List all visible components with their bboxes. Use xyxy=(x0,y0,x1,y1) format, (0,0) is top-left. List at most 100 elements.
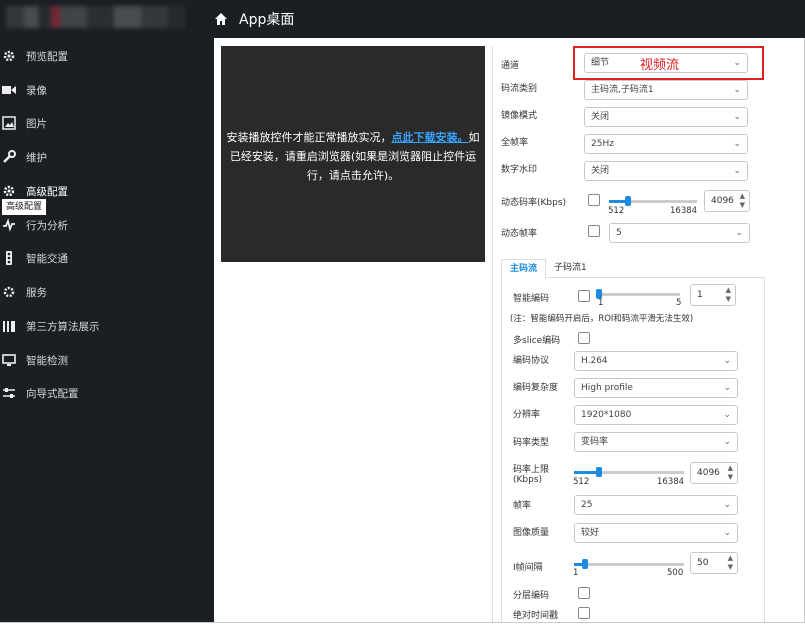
gear-icon xyxy=(0,283,18,301)
dynamic-bitrate-checkbox[interactable] xyxy=(588,194,600,206)
smart-encode-label: 智能编码 xyxy=(513,294,550,304)
slider-min: 1 xyxy=(573,568,579,578)
chevron-down-icon: ⌄ xyxy=(723,500,731,510)
quality-label: 图像质量 xyxy=(513,528,550,538)
iframe-value: 50 xyxy=(697,558,709,568)
logo xyxy=(6,6,186,28)
gear-icon xyxy=(0,47,18,65)
bitrate-limit-input[interactable]: 4096 ▲ ▼ xyxy=(690,462,738,484)
sidebar-item-label: 高级配置 xyxy=(26,185,68,198)
sidebar-item-maintenance[interactable]: 维护 xyxy=(0,142,214,172)
smart-encode-checkbox[interactable] xyxy=(578,290,590,302)
sidebar-item-preview-config[interactable]: 预览配置 xyxy=(0,41,214,71)
slider-handle[interactable] xyxy=(596,467,602,477)
complexity-label: 编码复杂度 xyxy=(513,383,559,393)
slider-handle[interactable] xyxy=(582,559,588,569)
quality-select[interactable]: 较好 ⌄ xyxy=(574,523,738,543)
sidebar-item-service[interactable]: 服务 xyxy=(0,277,214,307)
sidebar-item-label: 录像 xyxy=(26,84,47,97)
bitrate-limit-value: 4096 xyxy=(697,468,720,478)
sidebar-item-label: 智能交通 xyxy=(26,252,68,265)
annotation-label: 视频流 xyxy=(640,58,680,73)
stream-type-select[interactable]: 主码流,子码流1 ⌄ xyxy=(584,80,748,100)
dynamic-bitrate-label: 动态码率(Kbps) xyxy=(501,198,567,208)
slider-max: 16384 xyxy=(657,477,685,487)
watermark-select[interactable]: 关闭 ⌄ xyxy=(584,161,748,181)
bitrate-limit-unit: (Kbps) xyxy=(513,475,543,485)
tab-sub-stream[interactable]: 子码流1 xyxy=(554,259,587,278)
bitrate-type-value: 变码率 xyxy=(581,437,609,447)
sidebar-tooltip: 高级配置 xyxy=(2,199,47,215)
layered-checkbox[interactable] xyxy=(578,587,590,599)
sidebar-item-pictures[interactable]: 图片 xyxy=(0,108,214,138)
stream-type-label: 码流类别 xyxy=(501,84,538,94)
sidebar-item-smart-detection[interactable]: 智能检测 xyxy=(0,345,214,375)
sidebar-item-smart-traffic[interactable]: 智能交通 xyxy=(0,243,214,273)
spinner-icon[interactable]: ▲ ▼ xyxy=(726,286,731,304)
chevron-down-icon: ⌄ xyxy=(733,112,741,122)
wrench-icon xyxy=(0,148,18,166)
home-icon[interactable] xyxy=(214,12,228,26)
protocol-value: H.264 xyxy=(581,356,608,366)
video-message: 安装播放控件才能正常播放实况， xyxy=(226,131,392,144)
dynamic-framerate-select[interactable]: 5 ⌄ xyxy=(609,223,750,243)
image-icon xyxy=(0,114,18,132)
sidebar-item-label: 预览配置 xyxy=(26,50,68,63)
layered-label: 分层编码 xyxy=(513,591,550,601)
spinner-icon[interactable]: ▲ ▼ xyxy=(728,554,733,572)
spinner-icon[interactable]: ▲ ▼ xyxy=(728,464,733,482)
chevron-down-icon: ⌄ xyxy=(723,437,731,447)
fps-label: 帧率 xyxy=(513,501,532,511)
dynamic-framerate-checkbox[interactable] xyxy=(588,225,600,237)
sidebar-item-label: 智能检测 xyxy=(26,354,68,367)
protocol-select[interactable]: H.264 ⌄ xyxy=(574,351,738,371)
chevron-down-icon: ⌄ xyxy=(733,166,741,176)
spinner-icon[interactable]: ▲ ▼ xyxy=(740,192,745,210)
sidebar-item-wizard-config[interactable]: 向导式配置 xyxy=(0,378,214,408)
sidebar-item-recording[interactable]: 录像 xyxy=(0,75,214,105)
sliders-icon xyxy=(0,384,18,402)
complexity-select[interactable]: High profile ⌄ xyxy=(574,378,738,398)
video-camera-icon xyxy=(0,81,18,99)
mirror-select[interactable]: 关闭 ⌄ xyxy=(584,107,748,127)
complexity-value: High profile xyxy=(581,383,633,393)
sidebar: 预览配置 录像 图片 维护 高级配置 行为分析 智能交通 服务 第三方算法展示 … xyxy=(0,0,214,622)
slider-handle[interactable] xyxy=(625,196,631,206)
slider-max: 5 xyxy=(676,298,682,308)
watermark-label: 数字水印 xyxy=(501,165,538,175)
smart-encode-input[interactable]: 1 ▲ ▼ xyxy=(690,284,736,306)
stream-tabs: 主码流 子码流1 xyxy=(501,259,765,278)
quality-value: 较好 xyxy=(581,528,600,538)
dynamic-framerate-label: 动态帧率 xyxy=(501,229,538,239)
sidebar-item-label: 行为分析 xyxy=(26,219,68,232)
activity-icon xyxy=(0,216,18,234)
video-preview: 安装播放控件才能正常播放实况，点此下载安装。如已经安装，请重启浏览器(如果是浏览… xyxy=(221,46,485,262)
abs-time-checkbox[interactable] xyxy=(578,607,590,619)
iframe-label: I帧间隔 xyxy=(513,563,543,573)
resolution-value: 1920*1080 xyxy=(581,410,632,420)
dynamic-bitrate-input[interactable]: 4096 ▲ ▼ xyxy=(704,190,750,212)
protocol-label: 编码协议 xyxy=(513,356,550,366)
abs-time-label: 绝对时间戳 xyxy=(513,611,559,621)
iframe-input[interactable]: 50 ▲ ▼ xyxy=(690,552,738,574)
fps-select[interactable]: 25 ⌄ xyxy=(574,495,738,515)
bitrate-type-select[interactable]: 变码率 ⌄ xyxy=(574,432,738,452)
monitor-icon xyxy=(0,351,18,369)
top-bar: App桌面 xyxy=(187,0,805,38)
sidebar-item-label: 服务 xyxy=(26,286,47,299)
multislice-checkbox[interactable] xyxy=(578,332,590,344)
download-link[interactable]: 点此下载安装。 xyxy=(392,131,469,144)
chevron-down-icon: ⌄ xyxy=(723,410,731,420)
channel-label: 通道 xyxy=(501,61,520,71)
bottom-edge xyxy=(0,622,805,627)
slider-fill xyxy=(574,471,598,474)
frame-rate-select[interactable]: 25Hz ⌄ xyxy=(584,134,748,154)
smart-encode-slider[interactable] xyxy=(598,293,680,296)
tab-main-stream[interactable]: 主码流 xyxy=(501,259,547,278)
resolution-select[interactable]: 1920*1080 ⌄ xyxy=(574,405,738,425)
sidebar-item-third-party-algo[interactable]: 第三方算法展示 xyxy=(0,311,214,341)
dynamic-framerate-value: 5 xyxy=(616,228,622,238)
smart-encode-value: 1 xyxy=(697,290,703,300)
slider-min: 512 xyxy=(573,477,590,487)
iframe-slider[interactable] xyxy=(574,563,684,566)
